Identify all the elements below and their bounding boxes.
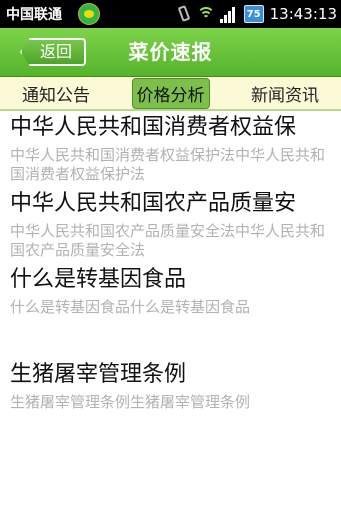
item-subtitle: 什么是转基因食品什么是转基因食品 (10, 298, 251, 316)
tab-notices[interactable]: 通知公告 (18, 79, 94, 108)
list-item[interactable]: 生猪屠宰管理条例 生猪屠宰管理条例生猪屠宰管理条例 (10, 361, 336, 412)
item-subtitle: 中华人民共和国农产品质量安全法中华人民共和国农产品质量安全法 (10, 222, 326, 259)
tab-bar: 通知公告 价格分析 新闻资讯 (0, 77, 341, 111)
item-subtitle: 生猪屠宰管理条例生猪屠宰管理条例 (10, 393, 251, 411)
item-title: 什么是转基因食品 (10, 267, 187, 292)
back-button[interactable]: 返回 (20, 38, 87, 66)
tab-price-analysis[interactable]: 价格分析 (131, 77, 210, 109)
list-item[interactable]: 中华人民共和国农产品质量安 中华人民共和国农产品质量安全法中华人民共和国农产品质… (10, 190, 336, 260)
article-list: 中华人民共和国消费者权益保 中华人民共和国消费者权益保护法中华人民共和国消费者权… (10, 114, 336, 412)
tab-news[interactable]: 新闻资讯 (247, 79, 323, 108)
header-bar: 菜价速报 返回 (0, 28, 341, 77)
wifi-icon (196, 5, 216, 23)
list-item[interactable]: 什么是转基因食品 什么是转基因食品什么是转基因食品 (10, 266, 336, 317)
item-subtitle: 中华人民共和国消费者权益保护法中华人民共和国消费者权益保护法 (10, 146, 326, 183)
item-title: 生猪屠宰管理条例 (10, 362, 187, 387)
signal-strength-icon (219, 5, 240, 23)
clock: 13:43:13 (269, 5, 337, 23)
battery-icon: 75 (243, 5, 264, 23)
status-icons: 75 13:43:13 (176, 0, 337, 28)
vibrate-icon (176, 5, 192, 23)
list-item[interactable]: 中华人民共和国消费者权益保 中华人民共和国消费者权益保护法中华人民共和国消费者权… (10, 114, 336, 184)
status-bar: 中国联通 75 13:43:13 (0, 0, 341, 28)
item-title: 中华人民共和国消费者权益保 (10, 115, 297, 140)
carrier-name: 中国联通 (6, 7, 62, 23)
item-title: 中华人民共和国农产品质量安 (10, 191, 297, 216)
app-notification-icon (78, 3, 100, 25)
